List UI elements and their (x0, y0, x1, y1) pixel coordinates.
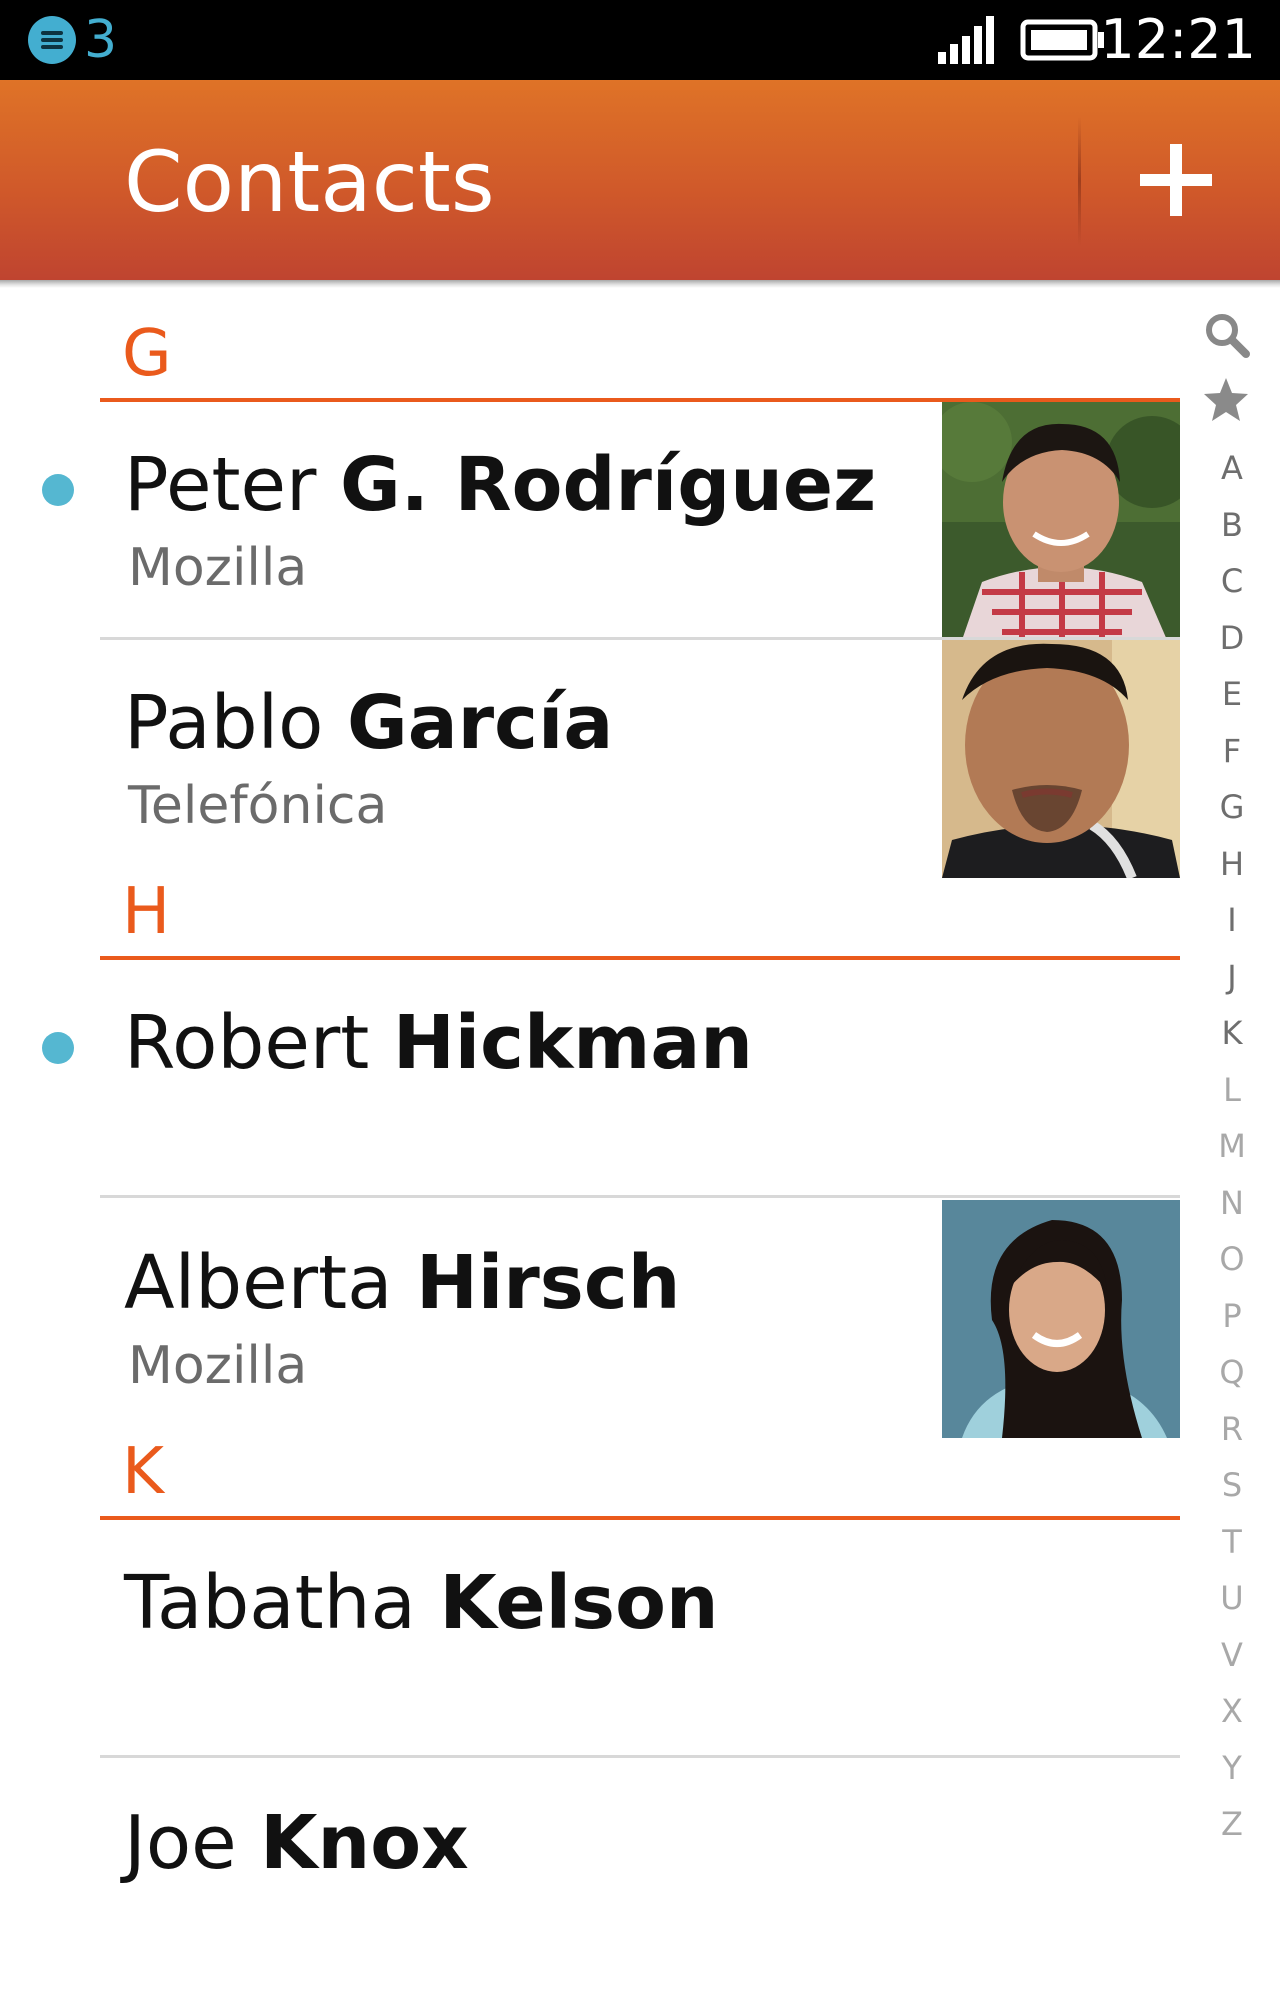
contact-family-name: Hickman (392, 1000, 753, 1086)
alpha-index-letter[interactable]: C (1196, 561, 1268, 601)
contact-given-name: Alberta (124, 1240, 393, 1326)
list-item[interactable]: Peter G. Rodríguez Mozilla (0, 402, 1180, 640)
notification-count[interactable]: 3 (84, 8, 117, 72)
alpha-index-letter[interactable]: B (1196, 505, 1268, 545)
app-header: Contacts (0, 80, 1280, 280)
section-header-h: H (100, 846, 1180, 960)
alpha-index-letter[interactable]: H (1196, 844, 1268, 884)
list-item[interactable]: Alberta Hirsch Mozilla (0, 1200, 1180, 1438)
alpha-index-letter[interactable]: L (1196, 1070, 1268, 1110)
alpha-index-letter[interactable]: Z (1196, 1804, 1268, 1844)
contact-given-name: Robert (124, 1000, 370, 1086)
contact-organization: Mozilla (128, 538, 308, 598)
alpha-index-letter[interactable]: V (1196, 1635, 1268, 1675)
alpha-index-letter[interactable]: F (1196, 731, 1268, 771)
signal-strength-icon (938, 16, 994, 64)
alpha-index-letter[interactable]: T (1196, 1522, 1268, 1562)
contact-given-name: Tabatha (124, 1560, 416, 1646)
contact-name: Pablo García (124, 678, 613, 768)
contact-name: Peter G. Rodríguez (124, 440, 876, 530)
contact-name: Alberta Hirsch (124, 1238, 680, 1328)
battery-icon (1020, 19, 1104, 61)
contact-family-name: Hirsch (416, 1240, 681, 1326)
alpha-index-letter[interactable]: R (1196, 1409, 1268, 1449)
contact-name: Joe Knox (124, 1798, 469, 1888)
section-header-g: G (100, 288, 1180, 402)
contact-family-name: G. Rodríguez (340, 442, 877, 528)
contact-name: Robert Hickman (124, 998, 753, 1088)
list-item[interactable]: Joe Knox (0, 1760, 1180, 1998)
section-letter: H (122, 875, 171, 949)
list-item[interactable]: Robert Hickman (0, 960, 1180, 1198)
clock: 12:21 (1100, 8, 1256, 71)
presence-indicator (42, 1032, 74, 1064)
header-shadow (0, 280, 1280, 288)
notification-list-icon[interactable] (28, 16, 76, 64)
alpha-index-letter[interactable]: Q (1196, 1352, 1268, 1392)
alpha-index-letter[interactable]: M (1196, 1126, 1268, 1166)
contact-photo (942, 402, 1180, 640)
contact-family-name: Kelson (439, 1560, 719, 1646)
alpha-index-letter[interactable]: Y (1196, 1748, 1268, 1788)
alpha-index-letter[interactable]: J (1196, 957, 1268, 997)
contact-family-name: García (346, 680, 614, 766)
add-contact-button[interactable] (1090, 110, 1260, 250)
alpha-index-letter[interactable]: E (1196, 674, 1268, 714)
alpha-index-letter[interactable]: D (1196, 618, 1268, 658)
page-title: Contacts (124, 133, 495, 231)
alpha-index-letter[interactable]: S (1196, 1465, 1268, 1505)
list-item[interactable]: Tabatha Kelson (0, 1520, 1180, 1758)
contact-photo (942, 640, 1180, 878)
header-divider (1078, 116, 1081, 246)
contact-given-name: Pablo (124, 680, 324, 766)
alpha-index-letter[interactable]: A (1196, 448, 1268, 488)
contact-given-name: Joe (124, 1800, 237, 1886)
contact-photo (942, 1200, 1180, 1438)
alpha-index-letter[interactable]: P (1196, 1296, 1268, 1336)
contact-family-name: Knox (260, 1800, 469, 1886)
alpha-index-letter[interactable]: X (1196, 1691, 1268, 1731)
list-item[interactable]: Pablo García Telefónica (0, 640, 1180, 878)
alpha-index-letter[interactable]: U (1196, 1578, 1268, 1618)
presence-indicator (42, 474, 74, 506)
status-bar: 3 12:21 (0, 0, 1280, 80)
section-letter: G (122, 317, 172, 391)
alpha-index-letter[interactable]: K (1196, 1013, 1268, 1053)
alpha-index-letter[interactable]: O (1196, 1239, 1268, 1279)
search-icon[interactable] (1202, 310, 1252, 360)
alpha-index-letter[interactable]: G (1196, 787, 1268, 827)
contact-organization: Mozilla (128, 1336, 308, 1396)
alpha-index-letter[interactable]: I (1196, 900, 1268, 940)
section-header-k: K (100, 1406, 1180, 1520)
section-letter: K (122, 1435, 164, 1509)
contact-given-name: Peter (124, 442, 317, 528)
contact-organization: Telefónica (128, 776, 388, 836)
contact-name: Tabatha Kelson (124, 1558, 719, 1648)
alpha-index-letter[interactable]: N (1196, 1183, 1268, 1223)
star-icon[interactable] (1202, 376, 1250, 424)
